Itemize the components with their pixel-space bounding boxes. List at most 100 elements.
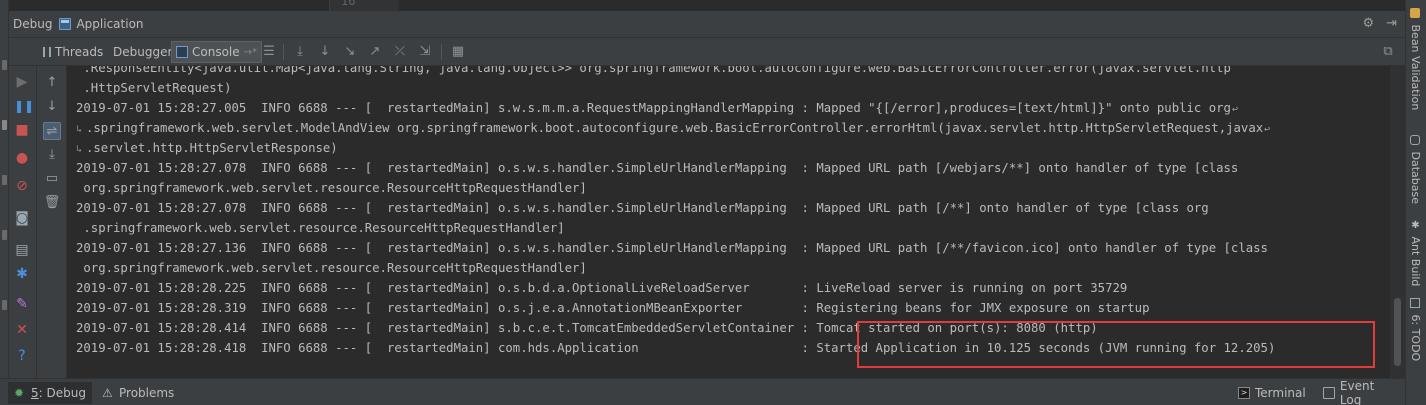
console-line: 2019-07-01 15:28:27.078 INFO 6688 --- [ … — [76, 158, 1275, 178]
editor-line-number: 16 — [341, 0, 356, 8]
resume-icon[interactable]: ▶ — [14, 74, 30, 90]
problems-warning-icon: ⚠ — [102, 386, 113, 400]
console-line-text: 2019-07-01 15:28:27.136 INFO 6688 --- [ … — [76, 241, 1268, 255]
console-line-text: .HttpServletRequest) — [76, 81, 232, 95]
camera-icon[interactable]: ◙ — [14, 210, 30, 226]
bean-validation-label: Bean Validation — [1409, 24, 1422, 111]
ant-icon: ✱ — [1410, 220, 1421, 231]
bottom-tool-bar: ✹ 5: Debug ⚠ Problems > Terminal Event L… — [0, 378, 1405, 405]
event-log-tool-label: Event Log — [1339, 379, 1375, 405]
soft-wrap-end-icon: ↩ — [1231, 104, 1238, 115]
event-log-icon — [1323, 387, 1335, 399]
force-step-into-icon[interactable]: ↘ — [342, 44, 358, 60]
database-icon — [1410, 135, 1420, 145]
run-to-cursor-icon[interactable]: ⇲ — [417, 44, 433, 60]
editor-gutter — [329, 0, 399, 11]
mute-breakpoints-icon[interactable]: ⊘ — [14, 178, 30, 194]
scroll-to-end-icon[interactable]: ⤓ — [43, 146, 61, 164]
settings-icon[interactable]: ✱ — [14, 266, 30, 282]
layout-icon[interactable]: ▤ — [14, 242, 30, 258]
step-into-icon[interactable]: ↓ — [317, 44, 333, 60]
todo-tool[interactable]: 6: TODO — [1409, 298, 1422, 361]
debug-tool-tab[interactable]: ✹ 5: Debug — [8, 382, 92, 404]
terminal-tool-tab[interactable]: > Terminal — [1232, 382, 1312, 404]
settings-gear-icon[interactable]: ⚙ — [1362, 17, 1374, 31]
soft-wrap-icon[interactable]: ⇌ — [43, 122, 61, 140]
tool-stripe-mark — [2, 175, 7, 185]
problems-tool-tab[interactable]: ⚠ Problems — [96, 382, 180, 404]
database-tool[interactable]: Database — [1409, 135, 1422, 204]
console-line-text: org.springframework.web.servlet.resource… — [76, 181, 587, 195]
console-line: .HttpServletRequest) — [76, 78, 1275, 98]
tab-debugger[interactable]: Debugger — [109, 41, 176, 63]
console-line: ↳ .servlet.http.HttpServletResponse) — [76, 138, 1275, 158]
console-line-text: .ResponseEntity<java.util.Map<java.lang.… — [76, 66, 1231, 75]
debug-tool-number: 5 — [31, 386, 39, 400]
console-line-text: 2019-07-01 15:28:27.078 INFO 6688 --- [ … — [76, 201, 1209, 215]
left-tool-strip — [0, 0, 9, 378]
close-icon[interactable]: ✕ — [14, 322, 30, 338]
scroll-up-icon[interactable]: ↑ — [43, 74, 61, 92]
bean-validation-tool[interactable]: Bean Validation — [1409, 8, 1422, 110]
step-out-icon[interactable]: ↗ — [367, 44, 383, 60]
event-log-tool-tab[interactable]: Event Log — [1317, 379, 1405, 405]
console-line-text: 2019-07-01 15:28:27.078 INFO 6688 --- [ … — [76, 161, 1239, 175]
console-line: 2019-07-01 15:28:27.078 INFO 6688 --- [ … — [76, 198, 1275, 218]
pause-icon[interactable]: ❚❚ — [14, 98, 34, 114]
terminal-icon: > — [1238, 387, 1250, 399]
ant-build-label: Ant Build — [1409, 236, 1422, 287]
console-line-text: 2019-07-01 15:28:27.005 INFO 6688 --- [ … — [76, 101, 1231, 115]
problems-tool-label: Problems — [119, 386, 175, 400]
bean-validation-icon — [1410, 8, 1420, 18]
console-line-text: org.springframework.web.servlet.resource… — [76, 261, 587, 275]
tab-threads[interactable]: Threads — [39, 41, 107, 63]
soft-wrap-start-icon: ↳ — [76, 124, 83, 135]
evaluate-expression-icon[interactable]: ▦ — [450, 44, 466, 60]
console-icon — [176, 46, 188, 58]
drop-frame-icon[interactable]: ⤫ — [392, 44, 408, 60]
toolbar-separator — [441, 44, 442, 60]
help-icon[interactable]: ? — [14, 348, 30, 364]
clear-all-icon[interactable]: 🗑 — [43, 194, 61, 212]
stop-icon[interactable]: ■ — [14, 122, 30, 138]
console-line-text: 2019-07-01 15:28:28.319 INFO 6688 --- [ … — [76, 301, 1150, 315]
print-icon[interactable]: ▭ — [43, 170, 61, 188]
console-line: org.springframework.web.servlet.resource… — [76, 178, 1275, 198]
tool-stripe-mark — [2, 230, 7, 240]
pin-icon[interactable]: ✎ — [14, 296, 30, 312]
step-over-icon[interactable]: ⤓ — [292, 44, 308, 60]
show-execution-point-icon[interactable]: ☰ — [261, 44, 277, 60]
restore-layout-icon[interactable]: ⧉ — [1380, 44, 1396, 60]
ant-build-tool[interactable]: ✱ Ant Build — [1409, 220, 1422, 286]
scrollbar-thumb[interactable] — [1394, 298, 1401, 366]
debug-actions-column: ↻ ▶ ❚❚ ■ ● ⊘ ◙ ▤ ✱ ✎ ✕ ? — [9, 38, 37, 378]
debug-title-bar: Debug Application ⚙ ⇥ — [9, 11, 1405, 38]
soft-wrap-end-icon: ↩ — [1264, 124, 1271, 135]
tab-console-label: Console — [192, 45, 240, 59]
scroll-down-icon[interactable]: ↓ — [43, 98, 61, 116]
run-config-tab[interactable]: Application — [76, 17, 143, 31]
console-line: 2019-07-01 15:28:27.136 INFO 6688 --- [ … — [76, 238, 1275, 258]
console-line-text: .servlet.http.HttpServletResponse) — [86, 141, 338, 155]
console-line: ↳ .springframework.web.servlet.ModelAndVi… — [76, 118, 1275, 138]
highlight-box — [857, 321, 1375, 368]
tab-console[interactable]: Console →* — [171, 41, 263, 63]
console-line: 2019-07-01 15:28:28.225 INFO 6688 --- [ … — [76, 278, 1275, 298]
database-label: Database — [1409, 151, 1422, 205]
console-line-text: .springframework.web.servlet.ModelAndVie… — [86, 121, 1264, 135]
console-scrollbar[interactable] — [1390, 66, 1405, 378]
tool-stripe-mark — [2, 60, 7, 70]
tab-debugger-label: Debugger — [113, 45, 173, 59]
hide-panel-icon[interactable]: ⇥ — [1386, 17, 1397, 31]
console-line: .ResponseEntity<java.util.Map<java.lang.… — [76, 66, 1275, 78]
console-line-text: .springframework.web.servlet.resource.Re… — [76, 221, 565, 235]
view-breakpoints-icon[interactable]: ● — [14, 150, 30, 166]
console-output[interactable]: .ResponseEntity<java.util.Map<java.lang.… — [68, 66, 1390, 378]
pin-tab-icon[interactable]: →* — [244, 47, 257, 58]
terminal-tool-label: Terminal — [1255, 386, 1306, 400]
console-line: 2019-07-01 15:28:28.319 INFO 6688 --- [ … — [76, 298, 1275, 318]
console-line: .springframework.web.servlet.resource.Re… — [76, 218, 1275, 238]
console-line: org.springframework.web.servlet.resource… — [76, 258, 1275, 278]
toolbar-separator — [283, 44, 284, 60]
tool-stripe-mark — [2, 300, 7, 310]
